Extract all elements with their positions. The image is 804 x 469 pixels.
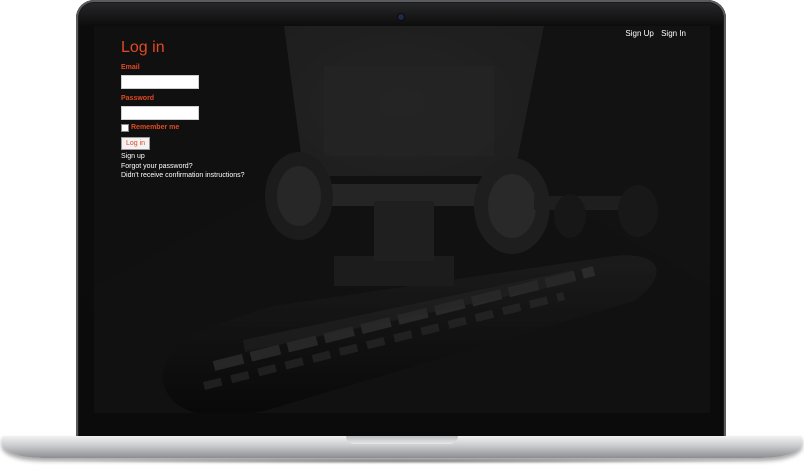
sign-up-link[interactable]: Sign up (121, 152, 341, 162)
email-label: Email (121, 64, 140, 71)
top-nav: Sign Up Sign In (620, 29, 686, 38)
nav-sign-in-link[interactable]: Sign In (661, 29, 686, 38)
laptop-shadow (20, 458, 784, 464)
remember-me-checkbox[interactable] (121, 123, 129, 132)
remember-me-row: Remember me (121, 123, 341, 132)
password-field[interactable] (121, 106, 199, 120)
auth-links: Sign up Forgot your password? Didn't rec… (121, 152, 341, 181)
remember-me-label: Remember me (131, 124, 180, 131)
confirmation-instructions-link[interactable]: Didn't receive confirmation instructions… (121, 171, 341, 181)
laptop-opening-notch (346, 436, 458, 444)
password-label: Password (121, 95, 155, 102)
email-field[interactable] (121, 75, 199, 89)
login-form: Log in Email Password Remember me Log in… (121, 38, 341, 181)
laptop-screen: Sign Up Sign In Log in Email Password Re… (94, 26, 710, 413)
nav-sign-up-link[interactable]: Sign Up (625, 29, 653, 38)
laptop-mockup: Sign Up Sign In Log in Email Password Re… (0, 0, 804, 469)
login-button[interactable]: Log in (121, 137, 151, 150)
forgot-password-link[interactable]: Forgot your password? (121, 162, 341, 172)
page-title: Log in (121, 39, 165, 56)
webcam-icon (398, 14, 404, 20)
